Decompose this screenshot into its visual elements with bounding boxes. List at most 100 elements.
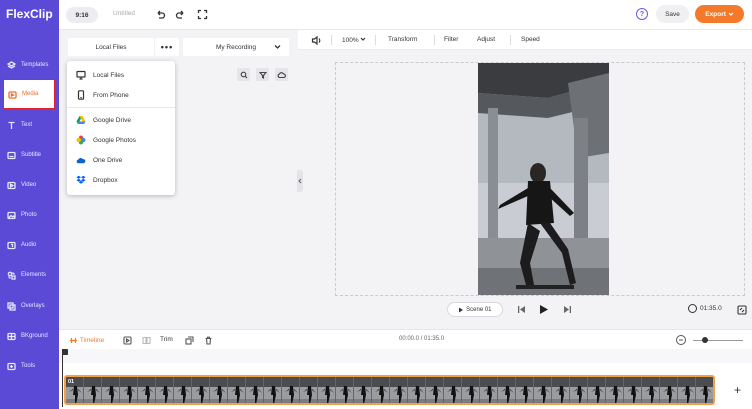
timeline-toggle[interactable]: Timeline (69, 336, 104, 345)
media-folder-icon (8, 90, 17, 99)
dropdown-divider (67, 107, 175, 108)
sidebar-item-bkground[interactable]: BKground (3, 321, 55, 351)
dropbox-icon (76, 175, 86, 185)
dropdown-item-local-files[interactable]: Local Files (67, 65, 175, 85)
toolbar-divider (510, 35, 511, 45)
scene-selector[interactable]: Scene 01 (447, 302, 503, 317)
subtitle-icon (7, 151, 16, 160)
sidebar-item-label: Video (21, 182, 37, 188)
timeline-label: Timeline (79, 337, 105, 344)
dropdown-item-dropbox[interactable]: Dropbox (67, 170, 175, 190)
play-small-icon (459, 307, 464, 312)
skip-back-icon[interactable] (516, 304, 527, 315)
timeline-ruler[interactable] (59, 349, 752, 363)
timeline-track-area: 01 + (59, 349, 752, 409)
sidebar-item-video[interactable]: Video (3, 170, 55, 200)
add-clip-button[interactable]: + (734, 383, 741, 397)
collapse-panel-handle[interactable] (297, 170, 303, 192)
chevron-down-icon (274, 43, 281, 52)
project-title[interactable]: Untitled (113, 10, 135, 17)
google-drive-icon (76, 115, 86, 125)
sidebar-item-media[interactable]: Media (3, 79, 55, 109)
dropdown-item-from-phone[interactable]: From Phone (67, 85, 175, 105)
tab-my-recording-label: My Recording (215, 43, 257, 51)
trim-button[interactable]: Trim (160, 336, 173, 343)
video-preview[interactable] (478, 63, 609, 295)
preview-area: Scene 01 01:35.0 (297, 50, 752, 329)
elements-icon (7, 271, 16, 280)
play-icon[interactable] (538, 304, 549, 315)
zoom-out-icon[interactable] (676, 335, 686, 345)
scene-label: Scene 01 (466, 306, 492, 313)
sidebar-item-photo[interactable]: Photo (3, 200, 55, 230)
text-icon (7, 121, 16, 130)
google-photos-icon (76, 135, 86, 145)
tab-my-recording[interactable]: My Recording (183, 38, 289, 56)
tab-local-files[interactable]: Local Files (68, 38, 154, 56)
video-clip[interactable]: 01 (64, 375, 715, 405)
photo-icon (7, 211, 16, 220)
fullscreen-preview-icon[interactable] (736, 304, 747, 315)
timecode: 00:00.0 / 01:35.0 (399, 336, 445, 342)
zoom-slider-track[interactable] (693, 340, 743, 341)
undo-icon[interactable] (154, 8, 166, 20)
phone-icon (76, 90, 86, 100)
chevron-left-icon (298, 178, 302, 184)
zoom-select[interactable]: 100% (342, 36, 366, 44)
video-icon (7, 181, 16, 190)
aspect-ratio-button[interactable]: 9:16 (66, 7, 98, 23)
dropdown-item-label: Local Files (93, 71, 125, 79)
adjust-button[interactable]: Adjust (477, 36, 495, 43)
save-button[interactable]: Save (656, 5, 689, 23)
sidebar-item-tools[interactable]: Tools (3, 351, 55, 381)
timeline-toolbar: Timeline Trim 00:00.0 / 01:35.0 (59, 329, 752, 349)
dropdown-item-google-photos[interactable]: Google Photos (67, 130, 175, 150)
duration-display: 01:35.0 (688, 304, 722, 313)
zoom-slider-knob[interactable] (702, 337, 708, 343)
help-icon[interactable]: ? (636, 8, 648, 20)
speed-button[interactable]: Speed (521, 36, 540, 43)
more-options-button[interactable]: ••• (155, 38, 179, 56)
filter-button[interactable]: Filter (444, 36, 458, 43)
fullscreen-icon[interactable] (196, 8, 208, 20)
sidebar-item-audio[interactable]: Audio (3, 230, 55, 260)
dropdown-item-google-drive[interactable]: Google Drive (67, 110, 175, 130)
background-icon (7, 332, 16, 341)
sidebar-item-text[interactable]: Text (3, 110, 55, 140)
dropdown-item-one-drive[interactable]: One Drive (67, 150, 175, 170)
export-button[interactable]: Export (695, 5, 744, 23)
dropdown-item-label: Google Drive (93, 116, 131, 124)
sidebar-item-overlays[interactable]: Overlays (3, 291, 55, 321)
sidebar-item-subtitle[interactable]: Subtitle (3, 140, 55, 170)
skip-forward-icon[interactable] (562, 304, 573, 315)
sidebar-item-label: Tools (21, 363, 36, 369)
clip-number: 01 (68, 379, 75, 385)
playhead-handle[interactable] (62, 349, 68, 355)
flexclip-logo[interactable]: FlexClip (6, 7, 54, 27)
filter-icon[interactable] (256, 68, 269, 81)
sidebar-item-label: BKground (21, 333, 48, 339)
chevron-down-icon (361, 37, 366, 41)
trash-icon[interactable] (203, 335, 213, 345)
add-scene-icon[interactable] (122, 335, 132, 345)
sidebar-item-label: Elements (21, 272, 47, 278)
overlays-icon (7, 301, 16, 311)
cloud-icon[interactable] (275, 68, 288, 81)
search-icon[interactable] (237, 68, 250, 81)
sidebar-item-templates[interactable]: Templates (3, 50, 55, 80)
duplicate-icon[interactable] (184, 335, 194, 345)
volume-icon[interactable] (310, 34, 322, 46)
timeline-icon (70, 338, 77, 343)
transform-button[interactable]: Transform (388, 36, 417, 43)
dropdown-item-label: One Drive (93, 156, 123, 164)
sidebar-item-label: Text (21, 122, 33, 128)
layers-icon (7, 60, 16, 70)
playhead[interactable] (62, 349, 68, 407)
toolbar-divider (434, 35, 435, 45)
redo-icon[interactable] (174, 8, 186, 20)
sidebar-item-elements[interactable]: Elements (3, 260, 55, 290)
split-icon[interactable] (141, 335, 151, 345)
top-bar: 9:16 Untitled ? Save Export (59, 0, 752, 30)
toolbar-divider (375, 35, 376, 45)
upload-source-dropdown: Local Files From Phone Google Drive Goog… (67, 61, 175, 195)
